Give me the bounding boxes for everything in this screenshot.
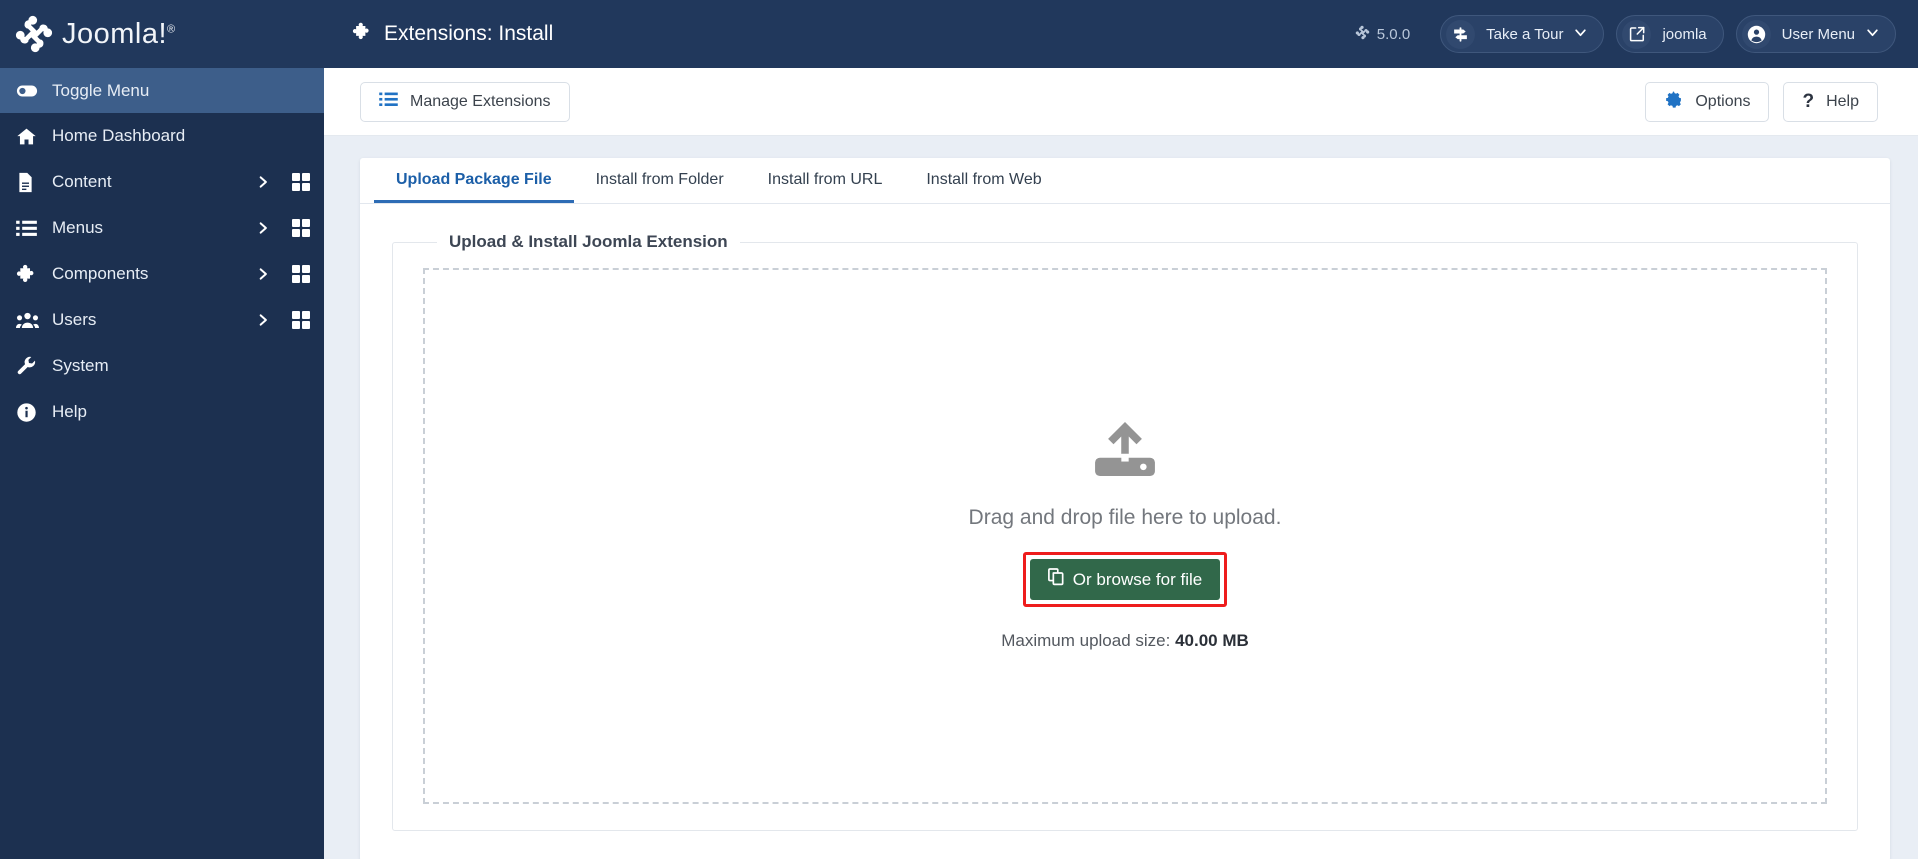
info-circle-icon	[16, 402, 46, 423]
main-area: Extensions: Install 5.0.0 Take a Tour jo…	[324, 0, 1918, 859]
upload-fieldset: Upload & Install Joomla Extension Drag a…	[392, 232, 1858, 831]
sidebar-item-actions	[256, 311, 310, 329]
dashboard-grid-icon[interactable]	[292, 311, 310, 329]
tab-install-from-folder[interactable]: Install from Folder	[574, 159, 746, 203]
options-button[interactable]: Options	[1645, 81, 1770, 122]
chevron-down-icon	[1866, 26, 1879, 43]
version-number: 5.0.0	[1376, 25, 1411, 43]
install-tabs: Upload Package File Install from Folder …	[360, 158, 1890, 204]
toolbar: Manage Extensions Options ? Help	[324, 68, 1918, 136]
joomla-admin-window: Joomla!® Toggle Menu Home Dashboard Cont…	[0, 0, 1918, 859]
version-indicator: 5.0.0	[1355, 25, 1410, 44]
puzzle-icon	[352, 21, 373, 48]
copy-files-icon	[1047, 568, 1064, 591]
sidebar-item-help[interactable]: Help	[0, 389, 324, 435]
dashboard-grid-icon[interactable]	[292, 219, 310, 237]
sidebar-item-label: Components	[52, 264, 149, 283]
chevron-down-icon	[1574, 26, 1587, 43]
sidebar-item-components[interactable]: Components	[0, 251, 324, 297]
sidebar-item-system[interactable]: System	[0, 343, 324, 389]
content-area: Upload Package File Install from Folder …	[324, 136, 1918, 859]
users-icon	[16, 311, 46, 329]
signpost-icon	[1446, 19, 1476, 49]
document-icon	[16, 172, 46, 193]
puzzle-icon	[16, 263, 46, 285]
help-label: Help	[1826, 92, 1859, 110]
question-mark-icon: ?	[1802, 91, 1815, 112]
brand-trademark: ®	[167, 22, 176, 35]
list-icon	[16, 219, 46, 238]
sidebar-item-label: System	[52, 356, 109, 375]
sidebar-nav: Toggle Menu Home Dashboard Content Menus…	[0, 68, 324, 435]
manage-extensions-label: Manage Extensions	[410, 92, 551, 110]
chevron-right-icon[interactable]	[256, 175, 270, 189]
manage-extensions-button[interactable]: Manage Extensions	[360, 81, 570, 122]
help-button[interactable]: ? Help	[1783, 81, 1878, 122]
page-title: Extensions: Install	[352, 21, 553, 48]
sidebar-item-actions	[256, 173, 310, 191]
home-icon	[16, 126, 46, 147]
user-circle-icon	[1741, 19, 1771, 49]
site-link-label: joomla	[1662, 25, 1707, 43]
sidebar-item-label: Help	[52, 402, 87, 421]
gear-icon	[1664, 90, 1683, 114]
external-link-icon	[1622, 19, 1652, 49]
sidebar-item-menus[interactable]: Menus	[0, 205, 324, 251]
list-icon	[379, 91, 398, 113]
sidebar-item-label: Toggle Menu	[52, 80, 150, 100]
chevron-right-icon[interactable]	[256, 313, 270, 327]
tab-upload-package-file[interactable]: Upload Package File	[374, 159, 574, 203]
sidebar: Joomla!® Toggle Menu Home Dashboard Cont…	[0, 0, 324, 859]
sidebar-item-users[interactable]: Users	[0, 297, 324, 343]
top-header: Extensions: Install 5.0.0 Take a Tour jo…	[324, 0, 1918, 68]
sidebar-item-label: Users	[52, 310, 97, 329]
browse-button-highlight: Or browse for file	[1022, 552, 1228, 607]
browse-for-file-button[interactable]: Or browse for file	[1029, 559, 1221, 600]
sidebar-item-content[interactable]: Content	[0, 159, 324, 205]
sidebar-item-label: Menus	[52, 218, 104, 237]
max-upload-size: Maximum upload size: 40.00 MB	[1001, 631, 1249, 651]
joomla-mark-icon	[1355, 25, 1370, 44]
chevron-right-icon[interactable]	[256, 221, 270, 235]
sidebar-item-actions	[256, 219, 310, 237]
take-a-tour-label: Take a Tour	[1486, 25, 1564, 43]
upload-panel: Upload & Install Joomla Extension Drag a…	[360, 204, 1890, 859]
brand-logo-area[interactable]: Joomla!®	[0, 0, 324, 68]
take-a-tour-button[interactable]: Take a Tour	[1440, 15, 1605, 53]
tab-install-from-url[interactable]: Install from URL	[746, 159, 905, 203]
joomla-logo-icon	[14, 14, 54, 54]
options-label: Options	[1695, 92, 1751, 110]
tab-install-from-web[interactable]: Install from Web	[904, 159, 1063, 203]
sidebar-item-toggle-menu[interactable]: Toggle Menu	[0, 68, 324, 113]
user-menu-label: User Menu	[1781, 25, 1855, 43]
sidebar-item-home-dashboard[interactable]: Home Dashboard	[0, 113, 324, 159]
brand-name: Joomla!®	[62, 17, 176, 50]
site-link-button[interactable]: joomla	[1616, 15, 1724, 53]
max-upload-size-value: 40.00 MB	[1175, 631, 1249, 650]
toggle-switch-icon	[16, 80, 46, 102]
browse-for-file-label: Or browse for file	[1072, 569, 1203, 589]
upload-fieldset-legend: Upload & Install Joomla Extension	[449, 232, 728, 251]
wrench-icon	[16, 356, 46, 377]
file-dropzone[interactable]: Drag and drop file here to upload. Or br…	[423, 268, 1827, 804]
upload-icon	[1094, 421, 1156, 482]
dashboard-grid-icon[interactable]	[292, 173, 310, 191]
sidebar-item-label: Home Dashboard	[52, 126, 186, 145]
sidebar-item-label: Content	[52, 172, 112, 191]
dashboard-grid-icon[interactable]	[292, 265, 310, 283]
sidebar-item-actions	[256, 265, 310, 283]
install-card: Upload Package File Install from Folder …	[360, 158, 1890, 859]
max-upload-size-label: Maximum upload size:	[1001, 631, 1171, 650]
user-menu-button[interactable]: User Menu	[1735, 15, 1896, 53]
drop-instruction-text: Drag and drop file here to upload.	[968, 506, 1282, 529]
chevron-right-icon[interactable]	[256, 267, 270, 281]
page-title-text: Extensions: Install	[384, 22, 554, 45]
